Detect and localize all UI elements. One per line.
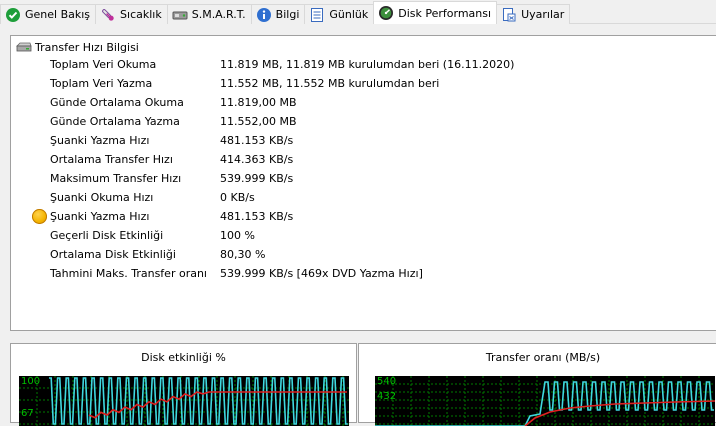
row-label: Ortalama Disk Etkinliği bbox=[50, 248, 176, 261]
row-value: 481.153 KB/s bbox=[220, 134, 294, 147]
section-title: Transfer Hızı Bilgisi bbox=[35, 40, 139, 54]
row-label: Geçerli Disk Etkinliği bbox=[50, 229, 164, 242]
row-value: 80,30 % bbox=[220, 248, 266, 261]
row-label: Günde Ortalama Okuma bbox=[50, 96, 184, 109]
section-header: Transfer Hızı Bilgisi bbox=[16, 39, 139, 55]
transfer-series-line bbox=[375, 381, 714, 426]
tab-label: S.M.A.R.T. bbox=[191, 8, 246, 21]
tab-label: Sıcaklık bbox=[120, 8, 162, 21]
transfer-info-panel: Transfer Hızı Bilgisi Toplam Veri Okuma … bbox=[10, 35, 716, 331]
row-value: 11.552,00 MB bbox=[220, 115, 297, 128]
row-value: 414.363 KB/s bbox=[220, 153, 294, 166]
info-row-current-write-highlight: Şuanki Yazma Hızı 481.153 KB/s bbox=[11, 207, 711, 226]
transfer-rate-plot bbox=[375, 376, 715, 426]
disk-activity-plot bbox=[19, 376, 349, 426]
graph-title: Transfer oranı (MB/s) bbox=[485, 351, 601, 364]
row-value: 100 % bbox=[220, 229, 255, 242]
tab-bilgi[interactable]: Bilgi bbox=[250, 4, 306, 24]
tab-label: Günlük bbox=[329, 8, 369, 21]
log-icon bbox=[309, 7, 325, 23]
row-label: Günde Ortalama Yazma bbox=[50, 115, 180, 128]
graph-title: Disk etkinliği % bbox=[141, 351, 226, 364]
row-label: Toplam Veri Yazma bbox=[50, 77, 153, 90]
warning-doc-icon bbox=[501, 7, 517, 23]
transfer-rate-graph-box: Transfer oranı (MB/s) 540 432 bbox=[358, 343, 716, 426]
graph-label-top: 100 bbox=[21, 376, 41, 387]
info-row-total-read: Toplam Veri Okuma 11.819 MB, 11.819 MB k… bbox=[11, 55, 711, 74]
tab-disk-performansi[interactable]: Disk Performansı bbox=[373, 1, 498, 24]
transfer-rate-graph: 540 432 bbox=[375, 376, 715, 426]
row-value: 0 KB/s bbox=[220, 191, 255, 204]
row-value: 11.819 MB, 11.819 MB kurulumdan beri (16… bbox=[220, 58, 515, 71]
hard-drive-icon bbox=[16, 41, 32, 53]
info-row-max-transfer: Maksimum Transfer Hızı 539.999 KB/s bbox=[11, 169, 711, 188]
disk-activity-graph-box: Disk etkinliği % 100 67 bbox=[10, 343, 357, 426]
tab-gunluk[interactable]: Günlük bbox=[304, 4, 375, 24]
info-row-estimated-max: Tahmini Maks. Transfer oranı 539.999 KB/… bbox=[11, 264, 711, 283]
row-label: Şuanki Yazma Hızı bbox=[50, 134, 150, 147]
tab-uyarilar[interactable]: Uyarılar bbox=[496, 4, 571, 24]
graph-label-mid: 67 bbox=[21, 408, 34, 419]
info-row-avg-activity: Ortalama Disk Etkinliği 80,30 % bbox=[11, 245, 711, 264]
disk-activity-graph: 100 67 bbox=[19, 376, 349, 426]
info-row-avg-transfer: Ortalama Transfer Hızı 414.363 KB/s bbox=[11, 150, 711, 169]
row-value: 11.552 MB, 11.552 MB kurulumdan beri bbox=[220, 77, 440, 90]
gauge-icon bbox=[378, 5, 394, 21]
row-value: 539.999 KB/s [469x DVD Yazma Hızı] bbox=[220, 267, 423, 280]
tab-sicaklik[interactable]: Sıcaklık bbox=[95, 4, 168, 24]
row-value: 481.153 KB/s bbox=[220, 210, 294, 223]
row-value: 11.819,00 MB bbox=[220, 96, 297, 109]
tab-smart[interactable]: S.M.A.R.T. bbox=[166, 4, 252, 24]
info-row-current-activity: Geçerli Disk Etkinliği 100 % bbox=[11, 226, 711, 245]
info-icon bbox=[256, 7, 272, 23]
row-label: Maksimum Transfer Hızı bbox=[50, 172, 182, 185]
status-indicator-icon bbox=[32, 209, 47, 224]
info-row-daily-write: Günde Ortalama Yazma 11.552,00 MB bbox=[11, 112, 711, 131]
graph-label-mid: 432 bbox=[377, 391, 397, 402]
row-label: Şuanki Okuma Hızı bbox=[50, 191, 154, 204]
tab-genel-bakis[interactable]: Genel Bakış bbox=[0, 4, 97, 24]
thermometer-icon bbox=[100, 7, 116, 23]
tab-label: Disk Performansı bbox=[398, 6, 492, 20]
row-label: Şuanki Yazma Hızı bbox=[50, 210, 150, 223]
tab-label: Bilgi bbox=[275, 8, 300, 21]
activity-average-line bbox=[88, 391, 347, 419]
info-row-current-write: Şuanki Yazma Hızı 481.153 KB/s bbox=[11, 131, 711, 150]
tab-label: Uyarılar bbox=[521, 8, 565, 21]
tab-strip: Genel Bakış Sıcaklık S.M.A.R.T. Bilgi Gü… bbox=[0, 0, 716, 24]
row-label: Toplam Veri Okuma bbox=[50, 58, 157, 71]
smart-icon bbox=[172, 7, 188, 23]
row-value: 539.999 KB/s bbox=[220, 172, 294, 185]
info-row-current-read: Şuanki Okuma Hızı 0 KB/s bbox=[11, 188, 711, 207]
row-label: Ortalama Transfer Hızı bbox=[50, 153, 173, 166]
graph-label-top: 540 bbox=[377, 376, 397, 387]
info-row-total-write: Toplam Veri Yazma 11.552 MB, 11.552 MB k… bbox=[11, 74, 711, 93]
row-label: Tahmini Maks. Transfer oranı bbox=[50, 267, 207, 280]
check-circle-icon bbox=[5, 7, 21, 23]
info-row-daily-read: Günde Ortalama Okuma 11.819,00 MB bbox=[11, 93, 711, 112]
tab-label: Genel Bakış bbox=[25, 8, 91, 21]
